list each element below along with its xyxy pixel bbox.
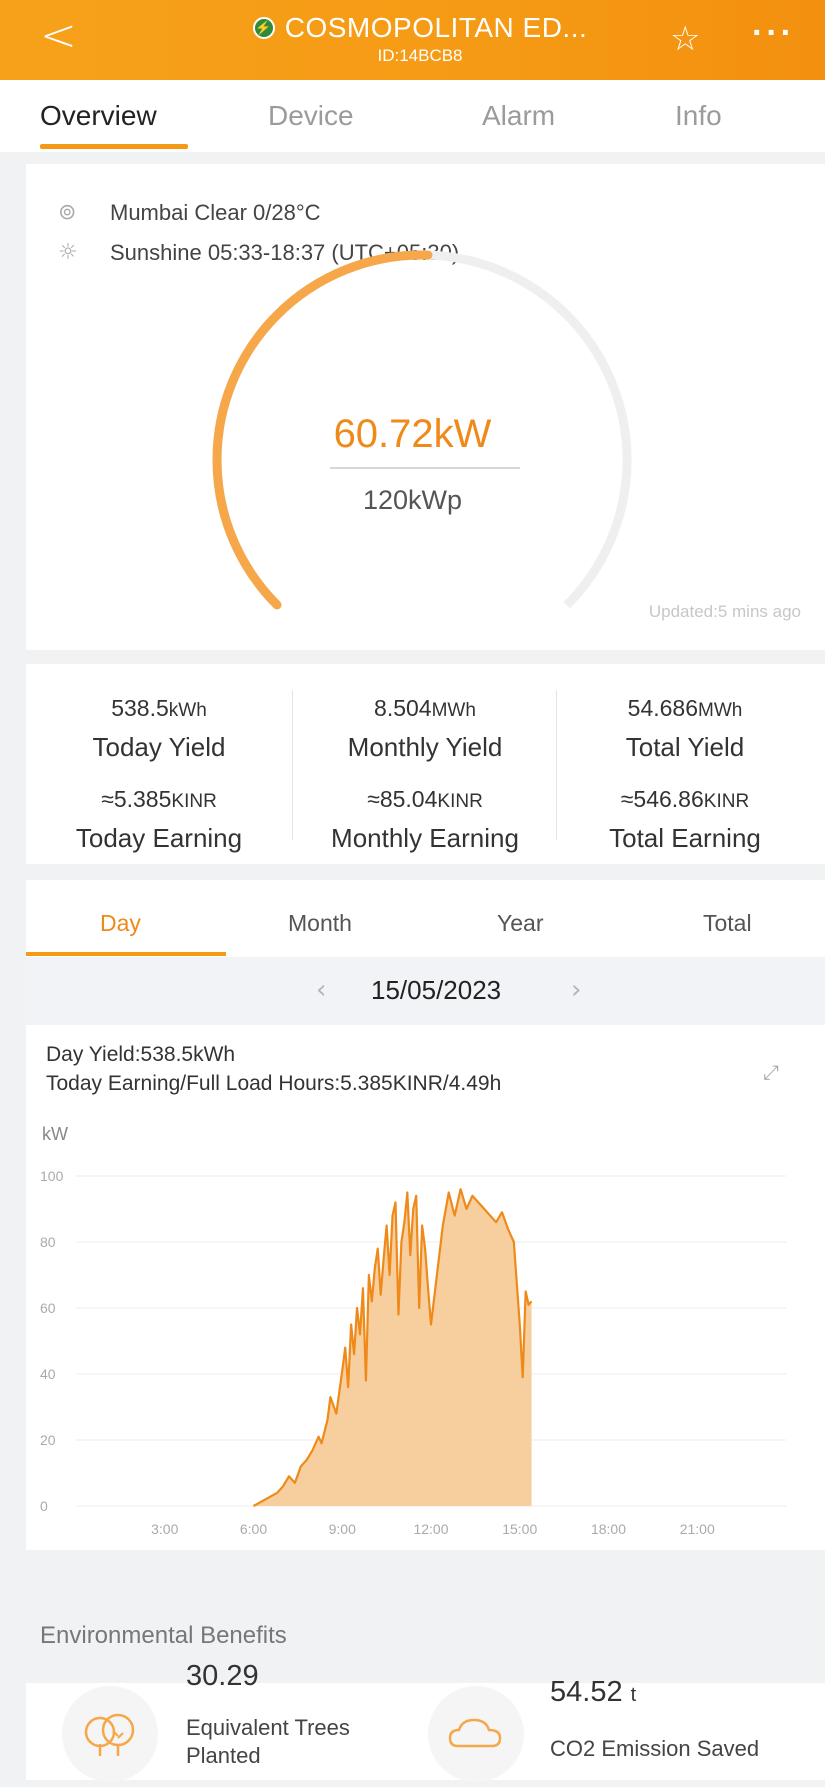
monthly-yield-unit: MWh	[431, 700, 476, 721]
x-tick-label: 18:00	[591, 1521, 626, 1537]
period-tab-year[interactable]: Year	[497, 910, 543, 937]
total-yield-unit: MWh	[698, 700, 743, 721]
y-tick-label: 60	[40, 1300, 56, 1316]
stat-total-earning: ≈546.86KINR Total Earning	[560, 786, 810, 854]
day-earning-text: Today Earning/Full Load Hours:5.385KINR/…	[46, 1072, 502, 1095]
y-tick-label: 40	[40, 1366, 56, 1382]
stats-divider	[556, 690, 557, 840]
date-selector: ‹ 15/05/2023 ›	[26, 957, 825, 1025]
updated-time: Updated:5 mins ago	[648, 602, 801, 621]
day-yield-text: Day Yield:538.5kWh	[46, 1043, 236, 1066]
y-tick-label: 100	[40, 1168, 64, 1184]
selected-date[interactable]: 15/05/2023	[371, 975, 501, 1006]
day-power-chart: kW 0 20 40 60 80 100 3:00 6:00 9:00 12:00 15:00 18:0…	[40, 1124, 786, 1537]
cloud-icon	[428, 1686, 524, 1782]
environment-title: Environmental Benefits	[40, 1622, 287, 1649]
total-earning-unit: KINR	[703, 791, 750, 812]
stat-total-yield: 54.686MWh Total Yield	[560, 695, 810, 763]
today-yield-value: 538.5	[111, 695, 169, 721]
y-tick-label: 0	[40, 1498, 48, 1514]
y-tick-label: 20	[40, 1432, 56, 1448]
x-tick-label: 15:00	[502, 1521, 537, 1537]
stat-today-earning: ≈5.385KINR Today Earning	[34, 786, 284, 854]
prev-date-chevron-icon[interactable]: ‹	[316, 975, 326, 1005]
x-tick-label: 12:00	[413, 1521, 448, 1537]
stat-monthly-yield: 8.504MWh Monthly Yield	[300, 695, 550, 763]
monthly-earning-label: Monthly Earning	[331, 823, 519, 853]
co2-value-block: 54.52 t	[550, 1676, 636, 1709]
stat-today-yield: 538.5kWh Today Yield	[34, 695, 284, 763]
today-yield-unit: kWh	[168, 700, 207, 721]
installed-capacity: 120kWp	[362, 485, 463, 515]
x-tick-label: 6:00	[240, 1521, 267, 1537]
x-tick-label: 9:00	[329, 1521, 356, 1537]
current-power: 60.72kW	[333, 412, 492, 456]
monthly-yield-value: 8.504	[374, 695, 432, 721]
stats-divider	[292, 690, 293, 840]
today-yield-label: Today Yield	[92, 732, 226, 762]
x-tick-label: 21:00	[680, 1521, 715, 1537]
period-tab-month[interactable]: Month	[288, 910, 352, 937]
today-earning-label: Today Earning	[75, 823, 243, 853]
monthly-yield-label: Monthly Yield	[347, 732, 503, 762]
next-date-chevron-icon[interactable]: ›	[571, 975, 581, 1005]
co2-unit: t	[630, 1684, 637, 1706]
total-earning-label: Total Earning	[609, 823, 761, 853]
monthly-earning-unit: KINR	[437, 791, 483, 812]
trees-label-1: Equivalent Trees	[186, 1715, 350, 1740]
expand-chart-icon[interactable]: ⤢	[763, 1060, 779, 1084]
total-yield-value: 54.686	[627, 695, 699, 721]
power-gauge	[212, 250, 632, 670]
total-earning-value: ≈546.86	[620, 786, 704, 812]
trees-label-2: Planted	[186, 1743, 261, 1768]
y-axis-label: kW	[42, 1124, 68, 1144]
gauge-divider	[330, 467, 520, 469]
stat-monthly-earning: ≈85.04KINR Monthly Earning	[300, 786, 550, 854]
today-earning-value: ≈5.385	[101, 786, 172, 812]
total-yield-label: Total Yield	[625, 732, 745, 762]
co2-value: 54.52	[550, 1676, 623, 1708]
trees-value: 30.29	[186, 1660, 259, 1692]
today-earning-unit: KINR	[171, 791, 217, 812]
trees-icon	[62, 1686, 158, 1782]
monthly-earning-value: ≈85.04	[367, 786, 438, 812]
y-tick-label: 80	[40, 1234, 56, 1250]
active-period-indicator	[26, 952, 226, 956]
x-tick-label: 3:00	[151, 1521, 178, 1537]
co2-label: CO2 Emission Saved	[550, 1736, 760, 1761]
period-tab-day[interactable]: Day	[100, 910, 141, 937]
period-tab-total[interactable]: Total	[703, 910, 752, 937]
